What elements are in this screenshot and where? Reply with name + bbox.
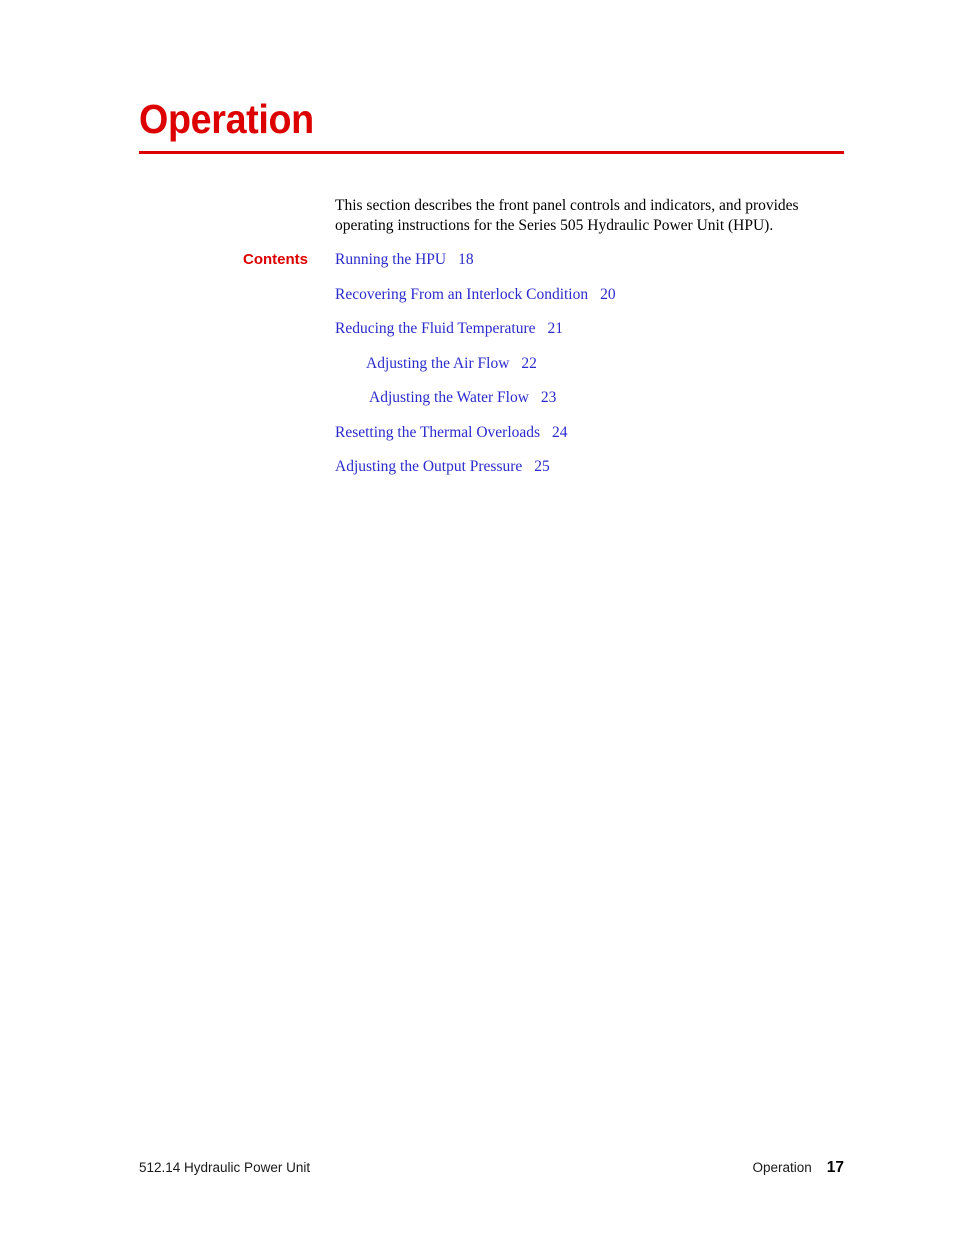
chapter-title-rule bbox=[139, 151, 844, 154]
table-of-contents: Running the HPU 18 Recovering From an Int… bbox=[335, 250, 835, 492]
toc-entry-page: 25 bbox=[534, 458, 550, 475]
toc-entry-title: Recovering From an Interlock Condition bbox=[335, 285, 589, 303]
document-page: Operation This section describes the fro… bbox=[0, 0, 954, 1235]
toc-entry-title: Resetting the Thermal Overloads bbox=[335, 423, 541, 441]
footer-page-number: 17 bbox=[826, 1159, 844, 1176]
intro-paragraph: This section describes the front panel c… bbox=[335, 197, 799, 234]
toc-entry-page: 21 bbox=[547, 320, 564, 337]
toc-entry-title: Reducing the Fluid Temperature bbox=[335, 320, 536, 337]
toc-entry-recovering-from-an-interlock-condition[interactable]: Recovering From an Interlock Condition 20 bbox=[335, 285, 835, 320]
footer-right-group: Operation 17 bbox=[752, 1159, 844, 1177]
toc-entry-reducing-the-fluid-temperature[interactable]: Reducing the Fluid Temperature 21 bbox=[335, 319, 835, 354]
toc-entry-resetting-the-thermal-overloads[interactable]: Resetting the Thermal Overloads 24 bbox=[335, 423, 835, 458]
toc-entry-title: Adjusting the Water Flow bbox=[369, 389, 529, 406]
toc-entry-adjusting-the-output-pressure[interactable]: Adjusting the Output Pressure 25 bbox=[335, 457, 835, 492]
page-title: Operation bbox=[139, 96, 314, 142]
toc-entry-page: 18 bbox=[458, 251, 474, 268]
toc-entry-title: Running the HPU bbox=[335, 251, 447, 268]
toc-entry-title: Adjusting the Output Pressure bbox=[335, 458, 523, 475]
contents-label: Contents bbox=[243, 251, 308, 268]
toc-entry-adjusting-the-air-flow[interactable]: Adjusting the Air Flow 22 bbox=[335, 354, 835, 389]
toc-entry-running-the-hpu[interactable]: Running the HPU 18 bbox=[335, 250, 835, 285]
toc-entry-page: 22 bbox=[521, 354, 537, 372]
toc-entry-page: 23 bbox=[540, 389, 557, 406]
footer-section-name: Operation bbox=[752, 1160, 812, 1175]
toc-entry-page: 24 bbox=[552, 423, 568, 441]
toc-entry-adjusting-the-water-flow[interactable]: Adjusting the Water Flow 23 bbox=[335, 388, 835, 423]
footer-manual-title: 512.14 Hydraulic Power Unit bbox=[139, 1160, 311, 1175]
toc-entry-title: Adjusting the Air Flow bbox=[366, 354, 510, 372]
chapter-header: Operation bbox=[139, 96, 844, 154]
toc-entry-page: 20 bbox=[600, 285, 616, 303]
page-footer: 512.14 Hydraulic Power Unit Operation 17 bbox=[139, 1159, 844, 1179]
